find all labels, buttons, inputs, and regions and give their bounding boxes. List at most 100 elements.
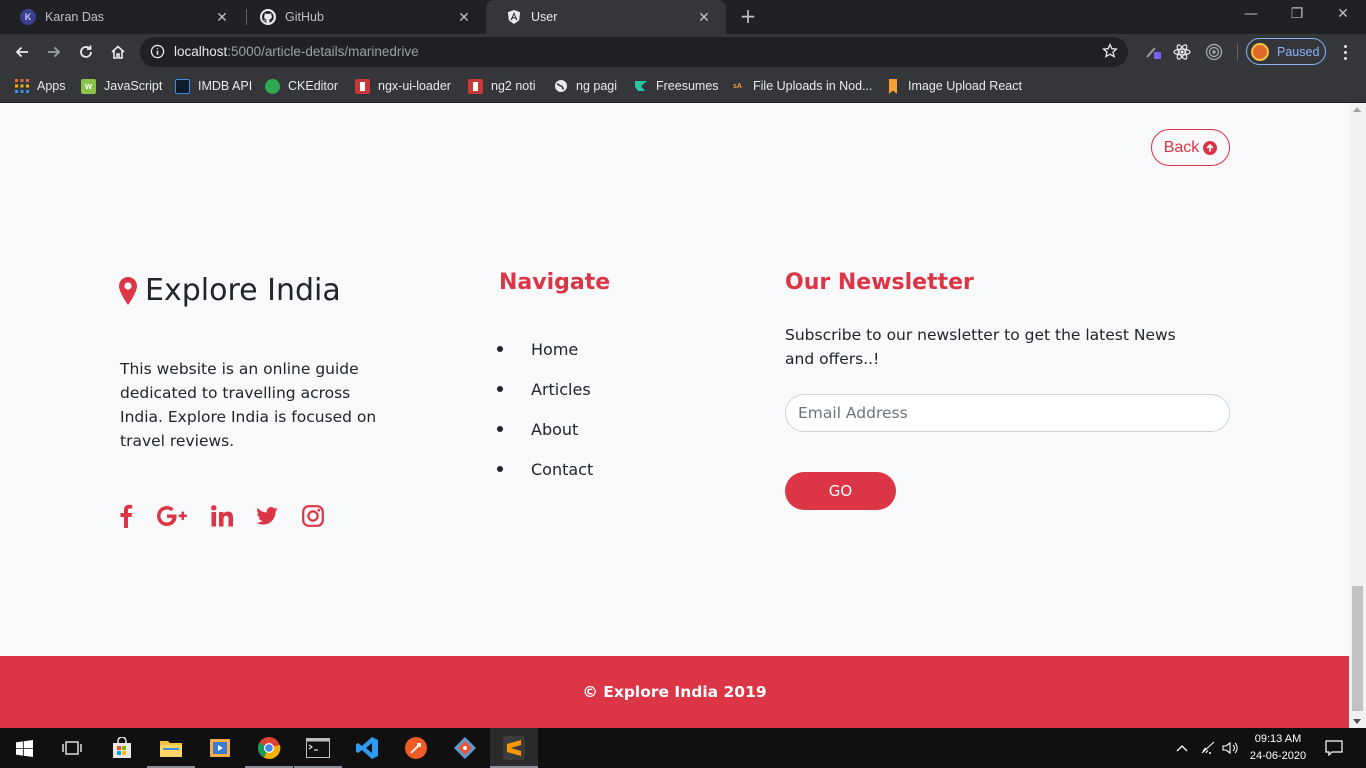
bookmark-ng2-noti[interactable]: ng2 noti	[468, 77, 535, 95]
tray-chevron-up-icon[interactable]	[1172, 728, 1192, 768]
address-bar[interactable]: localhost:5000/article-details/marinedri…	[140, 37, 1128, 67]
bookmark-ribbon-icon	[885, 78, 900, 94]
close-icon[interactable]: ✕	[456, 9, 472, 26]
navigate-list: Home Articles About Contact	[497, 329, 593, 489]
google-plus-icon[interactable]	[156, 503, 190, 529]
linkedin-icon[interactable]	[208, 503, 236, 529]
nav-link-about[interactable]: About	[497, 409, 593, 449]
bookmark-javascript[interactable]: w JavaScript	[81, 77, 162, 95]
tab-title: User	[531, 10, 558, 24]
tab-user[interactable]: User ✕	[486, 0, 726, 34]
media-player-app[interactable]	[196, 728, 244, 768]
terminal-icon	[306, 738, 330, 758]
home-button[interactable]	[104, 38, 132, 66]
network-icon[interactable]	[1198, 728, 1218, 768]
copyright-text: © Explore India 2019	[582, 683, 767, 701]
back-arrow-button[interactable]	[8, 38, 36, 66]
reload-button[interactable]	[72, 38, 100, 66]
instagram-icon[interactable]	[299, 503, 327, 529]
tab-title: Karan Das	[45, 10, 105, 24]
sublime-icon	[503, 736, 525, 760]
info-icon[interactable]	[150, 44, 165, 63]
notifications-icon[interactable]	[1322, 728, 1346, 768]
chrome-icon	[258, 737, 281, 759]
tab-title: GitHub	[285, 10, 324, 24]
scroll-up-arrow-icon[interactable]	[1353, 107, 1361, 112]
close-icon[interactable]: ✕	[696, 9, 712, 26]
store-bag-icon	[113, 737, 131, 758]
extension-target-icon[interactable]	[1201, 39, 1227, 65]
bookmark-apps[interactable]: Apps	[14, 77, 66, 95]
arrow-circle-up-icon	[1203, 140, 1218, 155]
javascript-bookmark-icon: w	[81, 78, 96, 94]
git-app[interactable]	[441, 728, 489, 768]
url-text: localhost:5000/article-details/marinedri…	[174, 44, 419, 59]
home-icon	[111, 45, 125, 59]
close-icon[interactable]: ✕	[214, 9, 230, 26]
browser-menu-icon[interactable]	[1335, 39, 1355, 65]
bookmark-freesumes[interactable]: Freesumes	[633, 77, 719, 95]
scrollbar-thumb[interactable]	[1352, 586, 1363, 711]
restore-button[interactable]: ❐	[1274, 0, 1320, 30]
windows-logo-icon	[15, 739, 33, 757]
newsletter-title: Our Newsletter	[785, 270, 974, 295]
start-button[interactable]	[0, 728, 48, 768]
ckeditor-bookmark-icon	[265, 78, 280, 94]
bookmark-ngx-ui-loader[interactable]: ngx-ui-loader	[355, 77, 451, 95]
go-button[interactable]: GO	[785, 472, 896, 510]
window-close-button[interactable]: ✕	[1320, 0, 1366, 30]
bookmark-ckeditor[interactable]: CKEditor	[265, 77, 338, 95]
facebook-icon[interactable]	[112, 503, 140, 529]
task-view-button[interactable]	[48, 728, 96, 768]
video-player-icon	[210, 739, 230, 757]
nav-link-articles[interactable]: Articles	[497, 369, 593, 409]
star-icon[interactable]	[1101, 42, 1119, 63]
terminal-app[interactable]	[294, 728, 342, 768]
about-text: This website is an online guide dedicate…	[120, 360, 377, 450]
email-field[interactable]	[785, 394, 1230, 432]
npm-bookmark-icon	[355, 78, 370, 94]
extension-eyedropper-icon[interactable]	[1140, 39, 1166, 65]
microsoft-store-app[interactable]	[98, 728, 146, 768]
arrow-right-icon	[48, 46, 61, 58]
newsletter-description: Subscribe to our newsletter to get the l…	[785, 326, 1176, 368]
bookmarks-bar: Apps w JavaScript IMDB API CKEditor ngx-…	[0, 70, 1366, 103]
bookmark-file-uploads[interactable]: sA File Uploads in Nod...	[730, 77, 873, 95]
minimize-button[interactable]: —	[1228, 0, 1274, 30]
tab-karan-das[interactable]: K Karan Das ✕	[0, 0, 244, 34]
sa-bookmark-icon: sA	[733, 82, 742, 90]
profile-status: Paused	[1277, 44, 1320, 59]
globe-bookmark-icon	[553, 79, 568, 94]
footer-brand: Explore India	[119, 273, 341, 308]
profile-button[interactable]: Paused	[1246, 38, 1326, 65]
twitter-icon[interactable]	[253, 503, 281, 529]
bookmark-image-upload-react[interactable]: Image Upload React	[885, 77, 1022, 95]
k-avatar-icon: K	[20, 9, 36, 25]
chrome-app[interactable]	[245, 728, 293, 768]
freesumes-bookmark-icon	[633, 79, 648, 94]
taskbar-clock[interactable]: 09:13 AM 24-06-2020	[1246, 731, 1310, 765]
vscode-app[interactable]	[343, 728, 391, 768]
file-explorer-app[interactable]	[147, 728, 195, 768]
angular-icon	[506, 9, 522, 25]
nav-link-home[interactable]: Home	[497, 329, 593, 369]
bookmark-imdb-api[interactable]: IMDB API	[175, 77, 252, 95]
git-diamond-icon	[454, 737, 476, 759]
nav-link-contact[interactable]: Contact	[497, 449, 593, 489]
postman-app[interactable]	[392, 728, 440, 768]
task-view-icon	[62, 741, 82, 755]
tab-github[interactable]: GitHub ✕	[240, 0, 486, 34]
sublime-text-app[interactable]	[490, 728, 538, 768]
copyright-bar: © Explore India 2019	[0, 656, 1349, 728]
new-tab-button[interactable]: +	[736, 5, 760, 29]
back-button[interactable]: Back	[1151, 129, 1230, 166]
bookmark-ng-pagi[interactable]: ng pagi	[553, 77, 617, 95]
volume-icon[interactable]	[1220, 728, 1240, 768]
imdb-bookmark-icon	[175, 78, 190, 94]
scroll-down-arrow-icon[interactable]	[1353, 719, 1361, 724]
map-marker-icon	[119, 276, 137, 305]
toolbar-divider	[1237, 43, 1238, 61]
react-devtools-icon[interactable]	[1169, 39, 1195, 65]
page-scrollbar[interactable]	[1349, 103, 1366, 728]
forward-arrow-button[interactable]	[40, 38, 68, 66]
